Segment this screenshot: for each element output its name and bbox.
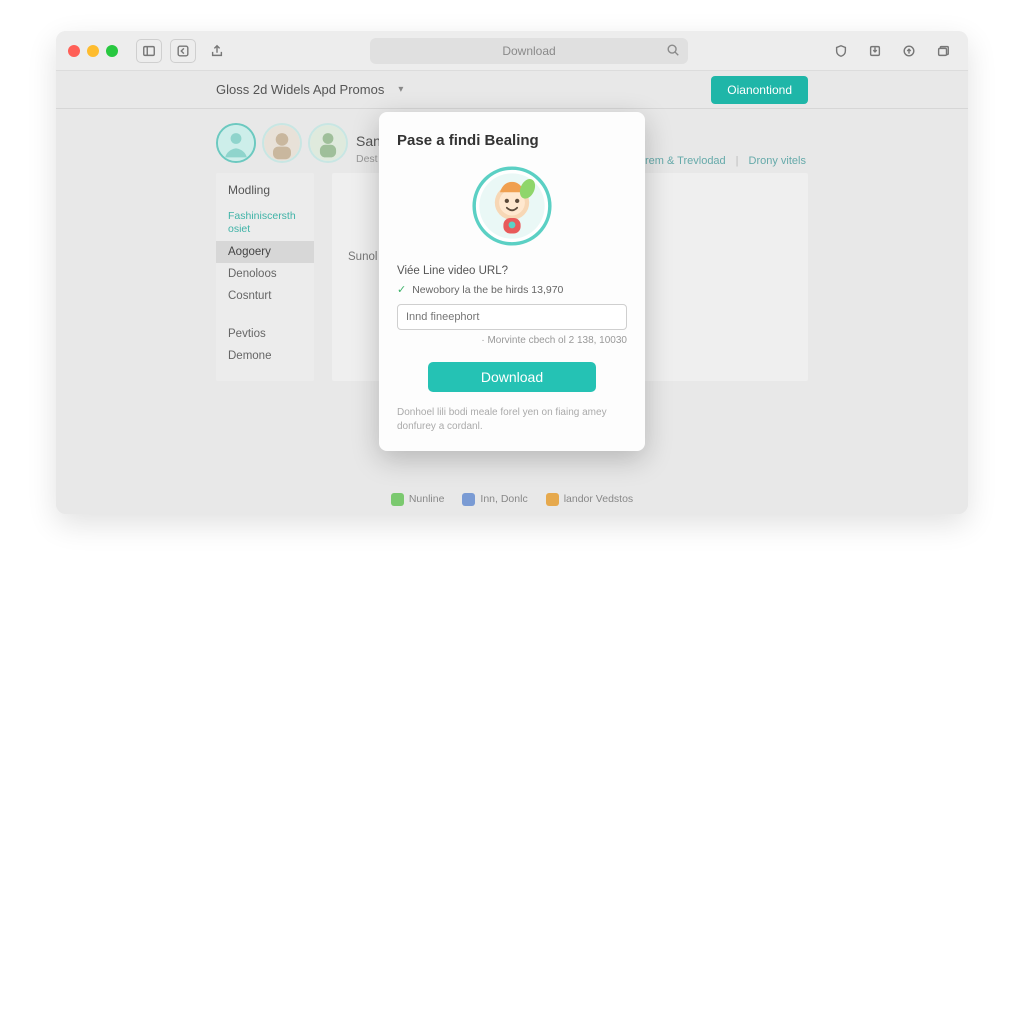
sidebar-item[interactable]: Pevtios — [216, 323, 314, 345]
maximize-icon[interactable] — [106, 45, 118, 57]
nav-title: Gloss 2d Widels Apd Promos — [216, 82, 384, 97]
search-icon — [666, 43, 680, 60]
address-bar-text: Download — [502, 44, 555, 58]
avatar[interactable] — [262, 123, 302, 163]
sidebar-item[interactable]: Fashiniscersth osiet — [216, 205, 314, 241]
main-area: San Dest rem & Trevlodad | Drony vitels … — [56, 109, 968, 484]
meta-link[interactable]: rem & Trevlodad — [645, 155, 726, 167]
footer-badge-icon — [546, 493, 559, 506]
check-icon: ✓ — [397, 283, 406, 296]
url-input[interactable] — [397, 304, 627, 330]
traffic-lights — [68, 45, 118, 57]
footer-link[interactable]: Inn, Donlc — [462, 493, 527, 506]
sidebar-toggle-icon[interactable] — [136, 39, 162, 63]
footer-link[interactable]: landor Vedstos — [546, 493, 633, 506]
download-button[interactable]: Download — [428, 362, 596, 392]
downloads-icon[interactable] — [862, 39, 888, 63]
meta-link[interactable]: Drony vitels — [749, 155, 806, 167]
content-label: Sunol — [348, 251, 377, 263]
page-subtitle: Dest — [356, 153, 378, 165]
footer-link[interactable]: Nunline — [391, 493, 445, 506]
sidebar-item[interactable]: Demone — [216, 345, 314, 367]
share-icon[interactable] — [204, 39, 230, 63]
sidebar-heading: Modling — [216, 183, 314, 205]
footer: Nunline Inn, Donlc landor Vedstos — [56, 484, 968, 514]
upload-icon[interactable] — [896, 39, 922, 63]
footer-badge-icon — [462, 493, 475, 506]
nav-cta-button[interactable]: Oianontiond — [711, 76, 808, 104]
mascot-icon — [469, 163, 555, 249]
address-bar[interactable]: Download — [370, 38, 688, 64]
avatar[interactable] — [216, 123, 256, 163]
browser-window: Download Gloss 2d Widels Apd Promos ▾ — [56, 31, 968, 514]
back-icon[interactable] — [170, 39, 196, 63]
shield-icon[interactable] — [828, 39, 854, 63]
page-title: San — [356, 133, 381, 149]
chevron-down-icon: ▾ — [398, 84, 403, 95]
avatar[interactable] — [308, 123, 348, 163]
meta-links: rem & Trevlodad | Drony vitels — [645, 155, 806, 167]
sidebar: Modling Fashiniscersth osiet Aogoery Den… — [216, 173, 314, 381]
modal-label: Viée Line video URL? — [397, 265, 627, 277]
nav-dropdown[interactable]: Gloss 2d Widels Apd Promos ▾ — [216, 82, 403, 97]
modal-hint: · Morvinte cbech ol 2 138, 10030 — [397, 335, 627, 346]
modal-check-line: ✓ Newobory la the be hirds 13,970 — [397, 283, 627, 296]
sidebar-item[interactable]: Cosnturt — [216, 285, 314, 307]
modal-footer-text: Donhoel lili bodi meale forel yen on fia… — [397, 406, 627, 433]
nav-bar: Gloss 2d Widels Apd Promos ▾ Oianontiond — [56, 71, 968, 109]
titlebar: Download — [56, 31, 968, 71]
minimize-icon[interactable] — [87, 45, 99, 57]
download-modal: Pase a findi Bealing Viée Line video URL… — [379, 112, 645, 451]
footer-badge-icon — [391, 493, 404, 506]
tabs-icon[interactable] — [930, 39, 956, 63]
modal-title: Pase a findi Bealing — [397, 132, 627, 149]
sidebar-item[interactable]: Aogoery — [216, 241, 314, 263]
close-icon[interactable] — [68, 45, 80, 57]
sidebar-item[interactable]: Denoloos — [216, 263, 314, 285]
